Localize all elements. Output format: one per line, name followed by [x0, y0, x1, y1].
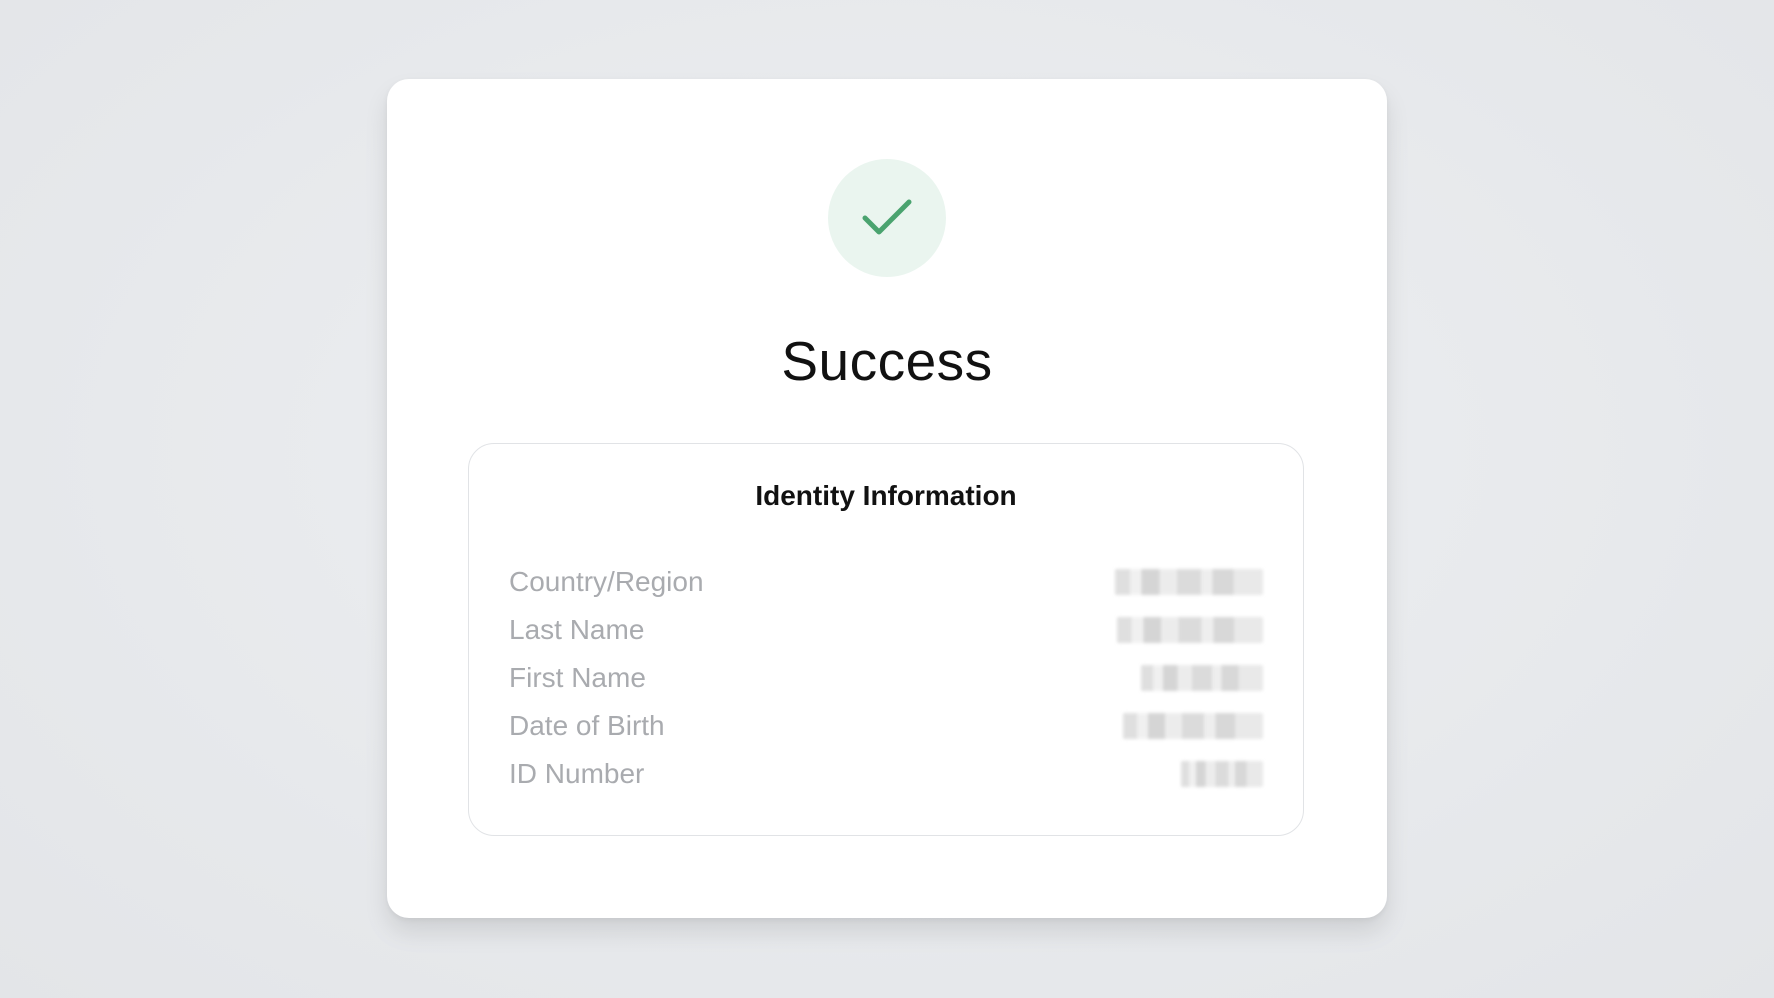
- identity-field-first-name: First Name: [509, 654, 1263, 702]
- identity-field-date-of-birth: Date of Birth: [509, 702, 1263, 750]
- success-status-circle: [828, 159, 946, 277]
- redacted-value: [1115, 569, 1263, 595]
- identity-info-panel: Identity Information Country/Region Last…: [468, 443, 1304, 836]
- success-card: Success Identity Information Country/Reg…: [387, 79, 1387, 918]
- field-label: Country/Region: [509, 566, 704, 597]
- field-label: Last Name: [509, 614, 645, 645]
- page-title: Success: [781, 330, 993, 392]
- redacted-value: [1141, 665, 1263, 691]
- checkmark-icon: [862, 199, 912, 235]
- redacted-value: [1117, 617, 1263, 643]
- field-label: ID Number: [509, 758, 645, 789]
- identity-field-id-number: ID Number: [509, 750, 1263, 798]
- redacted-value: [1181, 761, 1263, 787]
- redacted-value: [1123, 713, 1263, 739]
- identity-field-last-name: Last Name: [509, 606, 1263, 654]
- field-label: Date of Birth: [509, 710, 665, 741]
- identity-field-list: Country/Region Last Name First Name Date…: [509, 558, 1263, 798]
- identity-field-country-region: Country/Region: [509, 558, 1263, 606]
- field-label: First Name: [509, 662, 646, 693]
- identity-info-heading: Identity Information: [755, 480, 1017, 511]
